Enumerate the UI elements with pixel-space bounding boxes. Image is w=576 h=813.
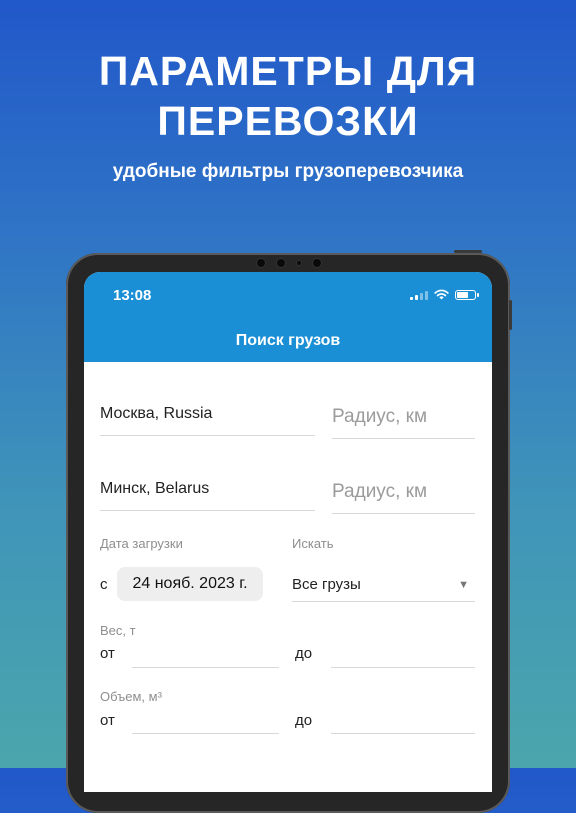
load-date-picker[interactable]: 24 нояб. 2023 г. <box>117 567 263 601</box>
light-sensor-icon <box>313 259 321 267</box>
volume-to-label: до <box>295 712 313 729</box>
volume-to-input[interactable] <box>331 700 475 734</box>
origin-radius-input[interactable]: Радиус, км <box>332 382 475 439</box>
battery-icon <box>455 289 479 300</box>
sensor-small-icon <box>297 261 301 265</box>
app-bar: 13:08 Поиск грузов <box>84 272 492 362</box>
dropdown-caret-icon: ▼ <box>458 579 469 591</box>
promo-subheadline: удобные фильтры грузоперевозчика <box>112 161 464 182</box>
volume-from-label: от <box>100 712 115 729</box>
weight-from-input[interactable] <box>132 634 279 668</box>
destination-radius-placeholder: Радиус, км <box>332 481 428 502</box>
load-date-label: Дата загрузки <box>100 536 183 551</box>
origin-radius-placeholder: Радиус, км <box>332 406 428 427</box>
wifi-icon <box>434 289 449 300</box>
page-title: Поиск грузов <box>235 332 341 349</box>
search-type-select[interactable]: Все грузы ▼ <box>292 562 475 602</box>
promo-headline-line1: ПАРАМЕТРЫ ДЛЯ <box>98 48 478 94</box>
tablet-side-button <box>509 300 512 330</box>
load-date-prefix: с <box>100 576 108 593</box>
camera-bar <box>251 256 327 270</box>
promo-headline-line2: ПЕРЕВОЗКИ <box>157 98 419 144</box>
signal-icon <box>410 290 428 300</box>
sensor-icon <box>277 259 285 267</box>
tablet-top-button <box>454 250 482 253</box>
destination-field[interactable]: Минск, Belarus <box>100 457 315 511</box>
volume-from-input[interactable] <box>132 700 279 734</box>
weight-label: Вес, т <box>100 623 136 638</box>
status-time: 13:08 <box>113 287 152 304</box>
weight-from-label: от <box>100 645 115 662</box>
weight-to-label: до <box>295 645 313 662</box>
origin-field[interactable]: Москва, Russia <box>100 382 315 436</box>
camera-icon <box>257 259 265 267</box>
status-icons <box>410 289 479 300</box>
destination-value: Минск, Belarus <box>100 480 210 497</box>
app-screen: 13:08 Поиск грузов Москва, Russia Радиус… <box>84 272 492 792</box>
search-type-value: Все грузы <box>292 576 361 593</box>
weight-to-input[interactable] <box>331 634 475 668</box>
destination-radius-input[interactable]: Радиус, км <box>332 457 475 514</box>
origin-value: Москва, Russia <box>100 405 213 422</box>
search-type-label: Искать <box>292 536 334 551</box>
